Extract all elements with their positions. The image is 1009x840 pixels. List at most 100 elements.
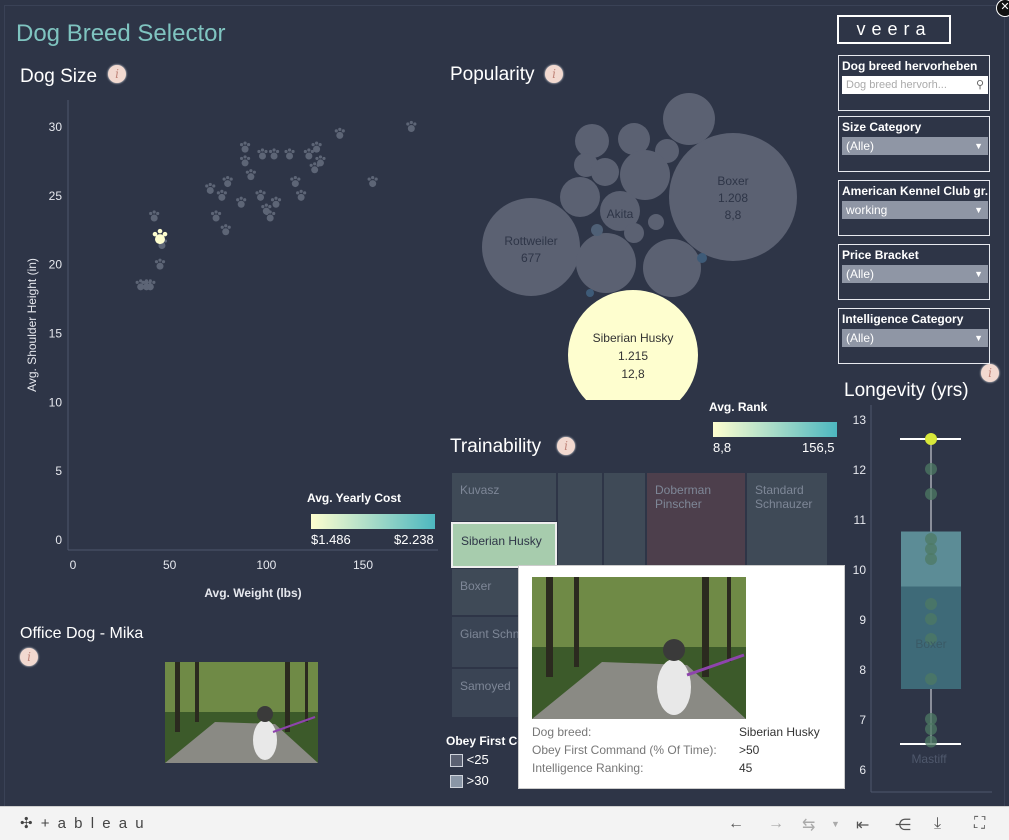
select-value: (Alle)	[846, 331, 875, 345]
paw-point[interactable]	[303, 148, 314, 160]
filter-label: American Kennel Club gr...	[842, 184, 988, 198]
size-category-select[interactable]: (Alle) ▼	[842, 137, 988, 155]
box-y-tick-label: 8	[859, 663, 866, 677]
paw-point[interactable]	[222, 175, 233, 188]
y-tick-label: 15	[49, 327, 63, 341]
share-icon[interactable]: ⋲	[895, 815, 911, 835]
redo-icon[interactable]: →	[768, 815, 784, 833]
select-value: (Alle)	[846, 139, 875, 153]
box-point[interactable]	[925, 463, 937, 475]
tooltip-label-breed: Dog breed:	[532, 725, 592, 739]
paw-point[interactable]	[205, 182, 216, 194]
paw-point[interactable]	[236, 196, 247, 208]
tableau-brand-text: + a b l e a u	[40, 815, 146, 832]
box-point[interactable]	[925, 735, 937, 748]
husky-forest-image	[532, 577, 746, 719]
obey-legend-label-2: >30	[466, 773, 489, 788]
box-point[interactable]	[925, 713, 937, 725]
paw-point[interactable]	[367, 175, 378, 188]
paw-point[interactable]	[406, 120, 417, 132]
filter-breed-highlight: Dog breed hervorheben Dog breed hervorh.…	[838, 55, 990, 111]
obey-legend-item-1: <25	[450, 752, 489, 768]
bubble-value-siberian-husky: 1.215	[618, 349, 648, 363]
paw-point[interactable]	[210, 210, 222, 222]
paw-point[interactable]	[220, 224, 231, 236]
paw-point[interactable]	[257, 148, 268, 160]
bubble[interactable]	[576, 233, 636, 293]
treemap-cell-doberman-pinscher[interactable]: Doberman Pinscher	[646, 472, 746, 568]
bubble[interactable]	[643, 239, 701, 297]
undo-icon[interactable]: ←	[728, 815, 744, 833]
filters-info-icon[interactable]: i	[981, 364, 999, 382]
paw-point[interactable]	[216, 189, 227, 201]
box-y-tick-label: 11	[854, 513, 867, 527]
treemap-cell[interactable]	[603, 472, 646, 568]
close-icon[interactable]: ✕	[996, 0, 1009, 17]
paw-point[interactable]	[268, 148, 280, 160]
intelligence-category-select[interactable]: (Alle) ▼	[842, 329, 988, 347]
avg-rank-legend-max: 156,5	[802, 440, 835, 455]
box-y-tick-label: 9	[859, 613, 866, 627]
husky-forest-image	[165, 662, 318, 763]
y-tick-label: 30	[49, 120, 63, 134]
box-point[interactable]	[925, 673, 937, 685]
popularity-info-icon[interactable]: i	[545, 65, 563, 83]
trainability-info-icon[interactable]: i	[557, 437, 575, 455]
bubble[interactable]	[591, 158, 619, 186]
veera-logo: veera	[837, 15, 951, 44]
bubble-siberian-husky[interactable]	[568, 290, 698, 400]
paw-point[interactable]	[239, 155, 251, 167]
yearly-cost-legend-title: Avg. Yearly Cost	[307, 491, 402, 505]
fullscreen-icon[interactable]: ⛶	[974, 815, 985, 833]
chevron-down-icon: ▼	[974, 333, 983, 343]
bubble[interactable]	[663, 93, 715, 145]
paw-point[interactable]	[334, 127, 345, 139]
bubble[interactable]	[648, 214, 664, 230]
tooltip-value-breed: Siberian Husky	[739, 725, 820, 739]
bubble[interactable]	[560, 177, 600, 217]
revert-icon[interactable]: ⇆	[802, 815, 815, 835]
chevron-down-icon: ▼	[974, 269, 983, 279]
paw-point[interactable]	[154, 258, 166, 270]
tableau-toolbar: ✣ + a b l e a u ← → ⇆ ▼ ⇤ ⋲ ⤓ ⛶	[0, 806, 1009, 840]
bubble[interactable]	[591, 224, 603, 236]
paw-point[interactable]	[284, 148, 295, 160]
tooltip-dog-photo	[532, 577, 746, 719]
bubble[interactable]	[586, 289, 594, 297]
paw-point[interactable]	[265, 210, 276, 222]
treemap-cell-siberian-husky[interactable]: Siberian Husky	[451, 522, 557, 568]
kennel-club-select[interactable]: working ▼	[842, 201, 988, 219]
x-tick-label: 150	[353, 558, 373, 572]
office-dog-title: Office Dog - Mika	[20, 625, 144, 642]
revert-dropdown-icon[interactable]: ▼	[831, 819, 840, 829]
box-point[interactable]	[925, 613, 937, 625]
box-point[interactable]	[925, 488, 937, 500]
dog-size-info-icon[interactable]: i	[108, 65, 126, 83]
paw-point[interactable]	[239, 141, 251, 153]
download-icon[interactable]: ⤓	[934, 815, 941, 833]
treemap-cell-kuvasz[interactable]: Kuvasz	[451, 472, 557, 522]
breed-search-input[interactable]: Dog breed hervorh... ⚲	[842, 76, 988, 94]
search-icon[interactable]: ⚲	[976, 76, 984, 94]
paw-point[interactable]	[296, 189, 307, 201]
paw-point[interactable]	[255, 189, 266, 201]
box-point[interactable]	[925, 598, 937, 610]
y-tick-label: 20	[49, 258, 63, 272]
office-dog-info-icon[interactable]: i	[20, 648, 38, 666]
paw-point[interactable]	[149, 210, 160, 222]
popularity-bubble-chart: Boxer 1.208 8,8 Rottweiler 677 Akita Sib…	[482, 93, 797, 400]
longevity-title: Longevity (yrs)	[844, 380, 969, 401]
bubble[interactable]	[575, 124, 609, 158]
bubble-label-boxer: Boxer	[717, 174, 748, 188]
box-point[interactable]	[925, 533, 937, 545]
price-bracket-select[interactable]: (Alle) ▼	[842, 265, 988, 283]
first-page-icon[interactable]: ⇤	[856, 815, 869, 835]
paw-point[interactable]	[290, 175, 301, 188]
treemap-cell[interactable]	[557, 472, 603, 568]
bubble[interactable]	[697, 253, 707, 263]
bubble[interactable]	[624, 223, 644, 243]
paw-point[interactable]	[245, 169, 256, 181]
treemap-cell-standard-schnauzer[interactable]: Standard Schnauzer	[746, 472, 828, 568]
box-highlighted-point[interactable]	[925, 433, 937, 445]
paw-point[interactable]	[270, 196, 282, 208]
